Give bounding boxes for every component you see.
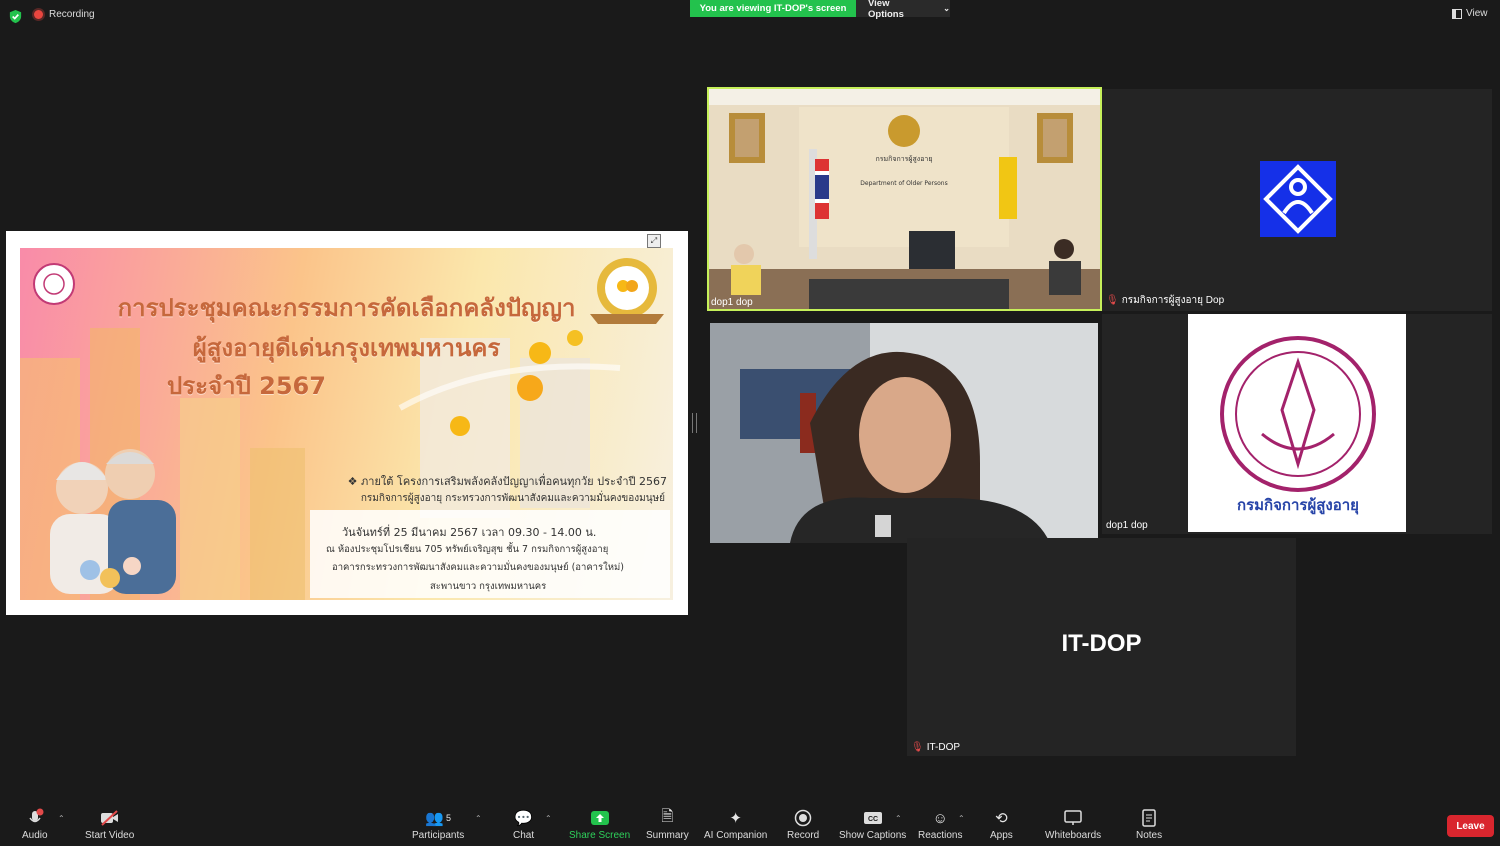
seal-text: กรมกิจการผู้สูงอายุ — [1237, 496, 1359, 515]
record-icon — [794, 808, 812, 828]
webcam-video — [710, 323, 1098, 543]
recording-label: Recording — [49, 9, 95, 20]
ai-companion-sparkle-icon: ✦ — [729, 810, 742, 827]
video-tile-dop-logo[interactable]: 🎙 กรมกิจการผู้สูงอายุ Dop — [1102, 89, 1492, 311]
share-resize-icon[interactable]: ⤢ — [647, 234, 661, 248]
captions-cc-icon: CC — [863, 808, 883, 828]
view-label: View — [1466, 8, 1488, 19]
ai-companion-button[interactable]: ✦ AI Companion — [704, 808, 767, 841]
seal-background: กรมกิจการผู้สูงอายุ — [1188, 314, 1406, 532]
room-sign-en: Department of Older Persons — [860, 180, 947, 187]
slide-title-line2: ผู้สูงอายุดีเด่นกรุงเทพมหานคร — [192, 334, 501, 362]
participants-button[interactable]: 👥 5 Participants — [412, 808, 464, 841]
meeting-room-video: กรมกิจการผู้สูงอายุ Department of Older … — [709, 89, 1100, 309]
view-options-button[interactable]: View Options ⌄ — [856, 0, 950, 20]
shield-icon[interactable] — [8, 9, 23, 24]
participants-count: 5 — [445, 813, 451, 823]
room-sign-th: กรมกิจการผู้สูงอายุ — [876, 155, 933, 163]
notes-button[interactable]: Notes — [1136, 808, 1162, 841]
chat-options-caret-icon[interactable]: ⌃ — [545, 814, 552, 823]
mic-muted-icon: 🎙 — [911, 742, 924, 753]
view-layout-icon — [1452, 8, 1462, 19]
svg-text:CC: CC — [868, 816, 878, 823]
dop-seal-icon: กรมกิจการผู้สูงอายุ — [1220, 336, 1376, 515]
start-video-button[interactable]: Start Video — [85, 808, 134, 841]
reactions-button[interactable]: ☺ Reactions — [918, 808, 962, 842]
slide-sub-line1: ❖ ภายใต้ โครงการเสริมพลังคลังปัญญาเพื่อค… — [347, 475, 667, 488]
video-tile-dop-seal[interactable]: กรมกิจการผู้สูงอายุ dop1 dop — [1102, 314, 1492, 534]
leave-button[interactable]: Leave — [1447, 815, 1494, 837]
mic-muted-icon: 🎙 — [1106, 295, 1119, 306]
slide-title-line1: การประชุมคณะกรรมการคัดเลือกคลังปัญญา — [117, 294, 576, 322]
audio-options-caret-icon[interactable]: ⌃ — [58, 814, 65, 823]
show-captions-button[interactable]: CC Show Captions — [839, 808, 906, 841]
view-button[interactable]: View — [1452, 8, 1488, 19]
video-tile-webcam[interactable] — [710, 323, 1098, 543]
apps-button[interactable]: ⟲ Apps — [990, 808, 1013, 841]
viewing-banner: You are viewing IT-DOP's screen — [690, 0, 856, 17]
video-tile-it-dop[interactable]: IT-DOP 🎙 IT-DOP — [907, 538, 1296, 756]
presentation-slide: การประชุมคณะกรรมการคัดเลือกคลังปัญญา ผู้… — [20, 248, 673, 600]
audio-button[interactable]: Audio — [22, 808, 48, 841]
microphone-muted-icon — [25, 808, 45, 828]
whiteboard-icon — [1064, 808, 1082, 828]
reactions-options-caret-icon[interactable]: ⌃ — [958, 814, 965, 823]
record-button[interactable]: Record — [787, 808, 819, 841]
participants-options-caret-icon[interactable]: ⌃ — [475, 814, 482, 823]
participant-name: 🎙 กรมกิจการผู้สูงอายุ Dop — [1106, 295, 1225, 306]
view-options-label: View Options — [868, 0, 904, 20]
apps-icon: ⟲ — [995, 810, 1008, 827]
recording-dot-icon — [34, 10, 43, 19]
slide-place-line3: สะพานขาว กรุงเทพมหานคร — [430, 581, 547, 592]
participants-icon: 👥 5 — [425, 810, 451, 827]
meeting-toolbar: Audio ⌃ Start Video 👥 5 Participants ⌃ 💬 … — [0, 802, 1500, 846]
participant-big-name: IT-DOP — [1061, 630, 1142, 657]
participant-name: 🎙 IT-DOP — [911, 742, 961, 753]
captions-options-caret-icon[interactable]: ⌃ — [895, 814, 902, 823]
recording-indicator[interactable]: Recording — [34, 9, 95, 20]
video-off-icon — [99, 808, 121, 828]
summary-icon: 🗎 — [661, 807, 674, 825]
summary-button[interactable]: 🗎 Summary — [646, 807, 689, 842]
slide-place-line2: อาคารกระทรวงการพัฒนาสังคมและความมั่นคงขอ… — [332, 562, 624, 573]
shared-screen[interactable]: ⤢ การประชุมคณะกรรมการคัดเลือกคลังปัญญา ผ… — [6, 231, 688, 615]
dop-logo-icon — [1260, 161, 1336, 237]
share-screen-icon — [590, 808, 610, 828]
chat-button[interactable]: 💬 Chat — [513, 808, 534, 841]
slide-sub-line2: กรมกิจการผู้สูงอายุ กระทรวงการพัฒนาสังคม… — [360, 493, 665, 504]
video-tile-meeting-room[interactable]: กรมกิจการผู้สูงอายุ Department of Older … — [707, 87, 1102, 311]
notes-icon — [1142, 808, 1156, 828]
participant-name: dop1 dop — [711, 297, 753, 308]
slide-date-line: วันจันทร์ที่ 25 มีนาคม 2567 เวลา 09.30 -… — [342, 526, 597, 539]
slide-title-line3: ประจำปี 2567 — [167, 372, 326, 400]
splitter-handle[interactable] — [692, 413, 697, 433]
whiteboards-button[interactable]: Whiteboards — [1045, 808, 1101, 841]
chat-icon: 💬 — [514, 810, 533, 827]
reactions-emoji-icon: ☺ — [932, 809, 948, 827]
share-screen-button[interactable]: Share Screen — [569, 808, 630, 841]
slide-place-line1: ณ ห้องประชุมโปรเชียน 705 ทรัพย์เจริญสุข … — [326, 544, 609, 555]
chevron-down-icon: ⌄ — [943, 4, 950, 13]
participant-name: dop1 dop — [1106, 520, 1148, 531]
